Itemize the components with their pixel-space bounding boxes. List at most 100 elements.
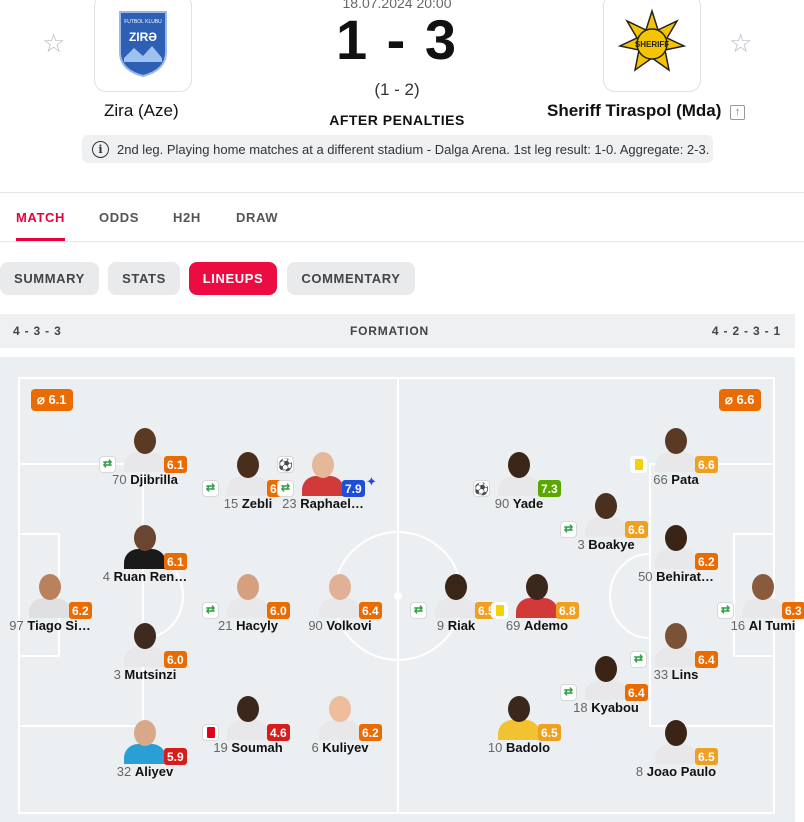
- player-name-text[interactable]: Lins: [672, 667, 699, 682]
- player-number: 23: [282, 496, 301, 511]
- player-name[interactable]: 4 Ruan Ren…: [75, 569, 215, 584]
- goal-ball-icon: ⚽: [277, 456, 294, 473]
- sheriff-crest-icon: SHERIFF: [617, 8, 687, 72]
- player-rating: 6.6: [695, 456, 718, 473]
- player-photo: [515, 572, 559, 618]
- player-photo: [497, 694, 541, 740]
- player-photo: [301, 450, 345, 496]
- away-team-name[interactable]: Sheriff Tiraspol (Mda) ↑: [547, 101, 746, 121]
- player-rating: 6.4: [359, 602, 382, 619]
- player-number: 3: [113, 667, 125, 682]
- player-number: 4: [102, 569, 114, 584]
- tab-match[interactable]: MATCH: [16, 210, 65, 225]
- player-name[interactable]: 10 Badolo: [449, 740, 589, 755]
- player-name-text[interactable]: Ruan Ren…: [114, 569, 188, 584]
- subtab-commentary[interactable]: COMMENTARY: [287, 262, 415, 295]
- player-name-text[interactable]: Mutsinzi: [124, 667, 176, 682]
- player-number: 16: [730, 618, 749, 633]
- player-photo: [741, 572, 785, 618]
- player-number: 32: [116, 764, 135, 779]
- player-number: 70: [112, 472, 131, 487]
- player-rating: 6.1: [164, 553, 187, 570]
- player-number: 19: [213, 740, 232, 755]
- player-name-text[interactable]: Badolo: [506, 740, 550, 755]
- subtab-summary[interactable]: SUMMARY: [0, 262, 99, 295]
- away-team-logo[interactable]: SHERIFF: [603, 0, 701, 92]
- player-name-text[interactable]: Raphael…: [300, 496, 364, 511]
- player-name-text[interactable]: Djibrilla: [130, 472, 178, 487]
- player-name-text[interactable]: Boakye: [588, 537, 634, 552]
- player-card[interactable]: 5.9 32 Aliyev: [100, 718, 190, 782]
- player-card[interactable]: 6.5 10 Badolo: [474, 694, 564, 758]
- player-number: 33: [653, 667, 672, 682]
- player-rating: 4.6: [267, 724, 290, 741]
- player-rating: 6.0: [164, 651, 187, 668]
- subtab-stats[interactable]: STATS: [108, 262, 180, 295]
- substitution-icon: ⇄: [202, 602, 219, 619]
- player-card[interactable]: 6.2 97 Tiago Si…: [5, 572, 95, 636]
- player-rating: 6.2: [695, 553, 718, 570]
- player-number: 8: [635, 764, 647, 779]
- player-card[interactable]: 6.0 3 Mutsinzi: [100, 621, 190, 685]
- subtab-lineups[interactable]: LINEUPS: [189, 262, 277, 295]
- player-card[interactable]: 7.9 ⇄ ⚽ ✦ 23 Raphael…: [277, 450, 377, 514]
- away-team-name-text[interactable]: Sheriff Tiraspol (Mda): [547, 101, 721, 120]
- player-name[interactable]: 6 Kuliyev: [270, 740, 410, 755]
- player-name-text[interactable]: Pata: [671, 472, 698, 487]
- player-rating: 6.4: [625, 684, 648, 701]
- favorite-away-star-icon[interactable]: ☆: [729, 30, 752, 56]
- player-photo: [226, 572, 270, 618]
- yellow-card-icon: [630, 456, 647, 473]
- player-card[interactable]: 7.3 ⚽ 90 Yade: [473, 450, 564, 514]
- player-photo: [123, 718, 167, 764]
- player-card[interactable]: 6.8 69 Ademo: [491, 572, 582, 636]
- player-name-text[interactable]: Tiago Si…: [27, 618, 90, 633]
- player-name[interactable]: 69 Ademo: [467, 618, 607, 633]
- player-card[interactable]: 6.1 ⇄ 70 Djibrilla: [99, 426, 190, 490]
- player-name[interactable]: 23 Raphael…: [253, 496, 393, 511]
- player-name-text[interactable]: Behirat…: [656, 569, 714, 584]
- player-name-text[interactable]: Ademo: [524, 618, 568, 633]
- player-card[interactable]: 6.2 6 Kuliyev: [295, 694, 385, 758]
- player-name-text[interactable]: Yade: [513, 496, 543, 511]
- player-name-text[interactable]: Volkovi: [326, 618, 371, 633]
- player-photo: [497, 450, 541, 496]
- player-name-text[interactable]: Joao Paulo: [647, 764, 716, 779]
- tab-h2h[interactable]: H2H: [173, 210, 201, 225]
- player-name-text[interactable]: Kyabou: [591, 700, 639, 715]
- player-card[interactable]: 6.3 ⇄ 16 Al Tumi: [717, 572, 804, 636]
- player-card[interactable]: 6.6 66 Pata: [630, 426, 721, 490]
- tab-odds[interactable]: ODDS: [99, 210, 139, 225]
- player-number: 10: [487, 740, 506, 755]
- player-rating: 6.1: [164, 456, 187, 473]
- player-name[interactable]: 8 Joao Paulo: [606, 764, 746, 779]
- player-number: 90: [308, 618, 327, 633]
- player-card[interactable]: 6.1 4 Ruan Ren…: [100, 523, 190, 587]
- player-photo: [123, 621, 167, 667]
- player-name[interactable]: 3 Mutsinzi: [75, 667, 215, 682]
- home-average-rating: ⌀ 6.1: [31, 389, 73, 411]
- arrow-up-box-icon: ↑: [730, 105, 746, 120]
- player-photo: [318, 572, 362, 618]
- info-icon: i: [92, 140, 109, 158]
- tab-draw[interactable]: DRAW: [236, 210, 278, 225]
- player-number: 97: [9, 618, 28, 633]
- player-name[interactable]: 66 Pata: [606, 472, 746, 487]
- player-card[interactable]: 6.5 8 Joao Paulo: [631, 718, 721, 782]
- player-photo: [318, 694, 362, 740]
- player-number: 69: [505, 618, 524, 633]
- player-photo: [123, 523, 167, 569]
- svg-text:SHERIFF: SHERIFF: [635, 40, 669, 49]
- player-card[interactable]: 6.4 ⇄ 18 Kyabou: [560, 654, 651, 718]
- substitution-icon: ⇄: [99, 456, 116, 473]
- player-name[interactable]: 32 Aliyev: [75, 764, 215, 779]
- player-card[interactable]: 6.2 50 Behirat…: [631, 523, 721, 587]
- player-name-text[interactable]: Aliyev: [135, 764, 173, 779]
- player-name-text[interactable]: Kuliyev: [322, 740, 368, 755]
- substitution-icon: ⇄: [717, 602, 734, 619]
- player-name-text[interactable]: Al Tumi: [749, 618, 796, 633]
- player-card[interactable]: 6.4 90 Volkovi: [295, 572, 385, 636]
- player-rating: 6.2: [359, 724, 382, 741]
- player-rating: 6.5: [538, 724, 561, 741]
- player-name[interactable]: 70 Djibrilla: [75, 472, 215, 487]
